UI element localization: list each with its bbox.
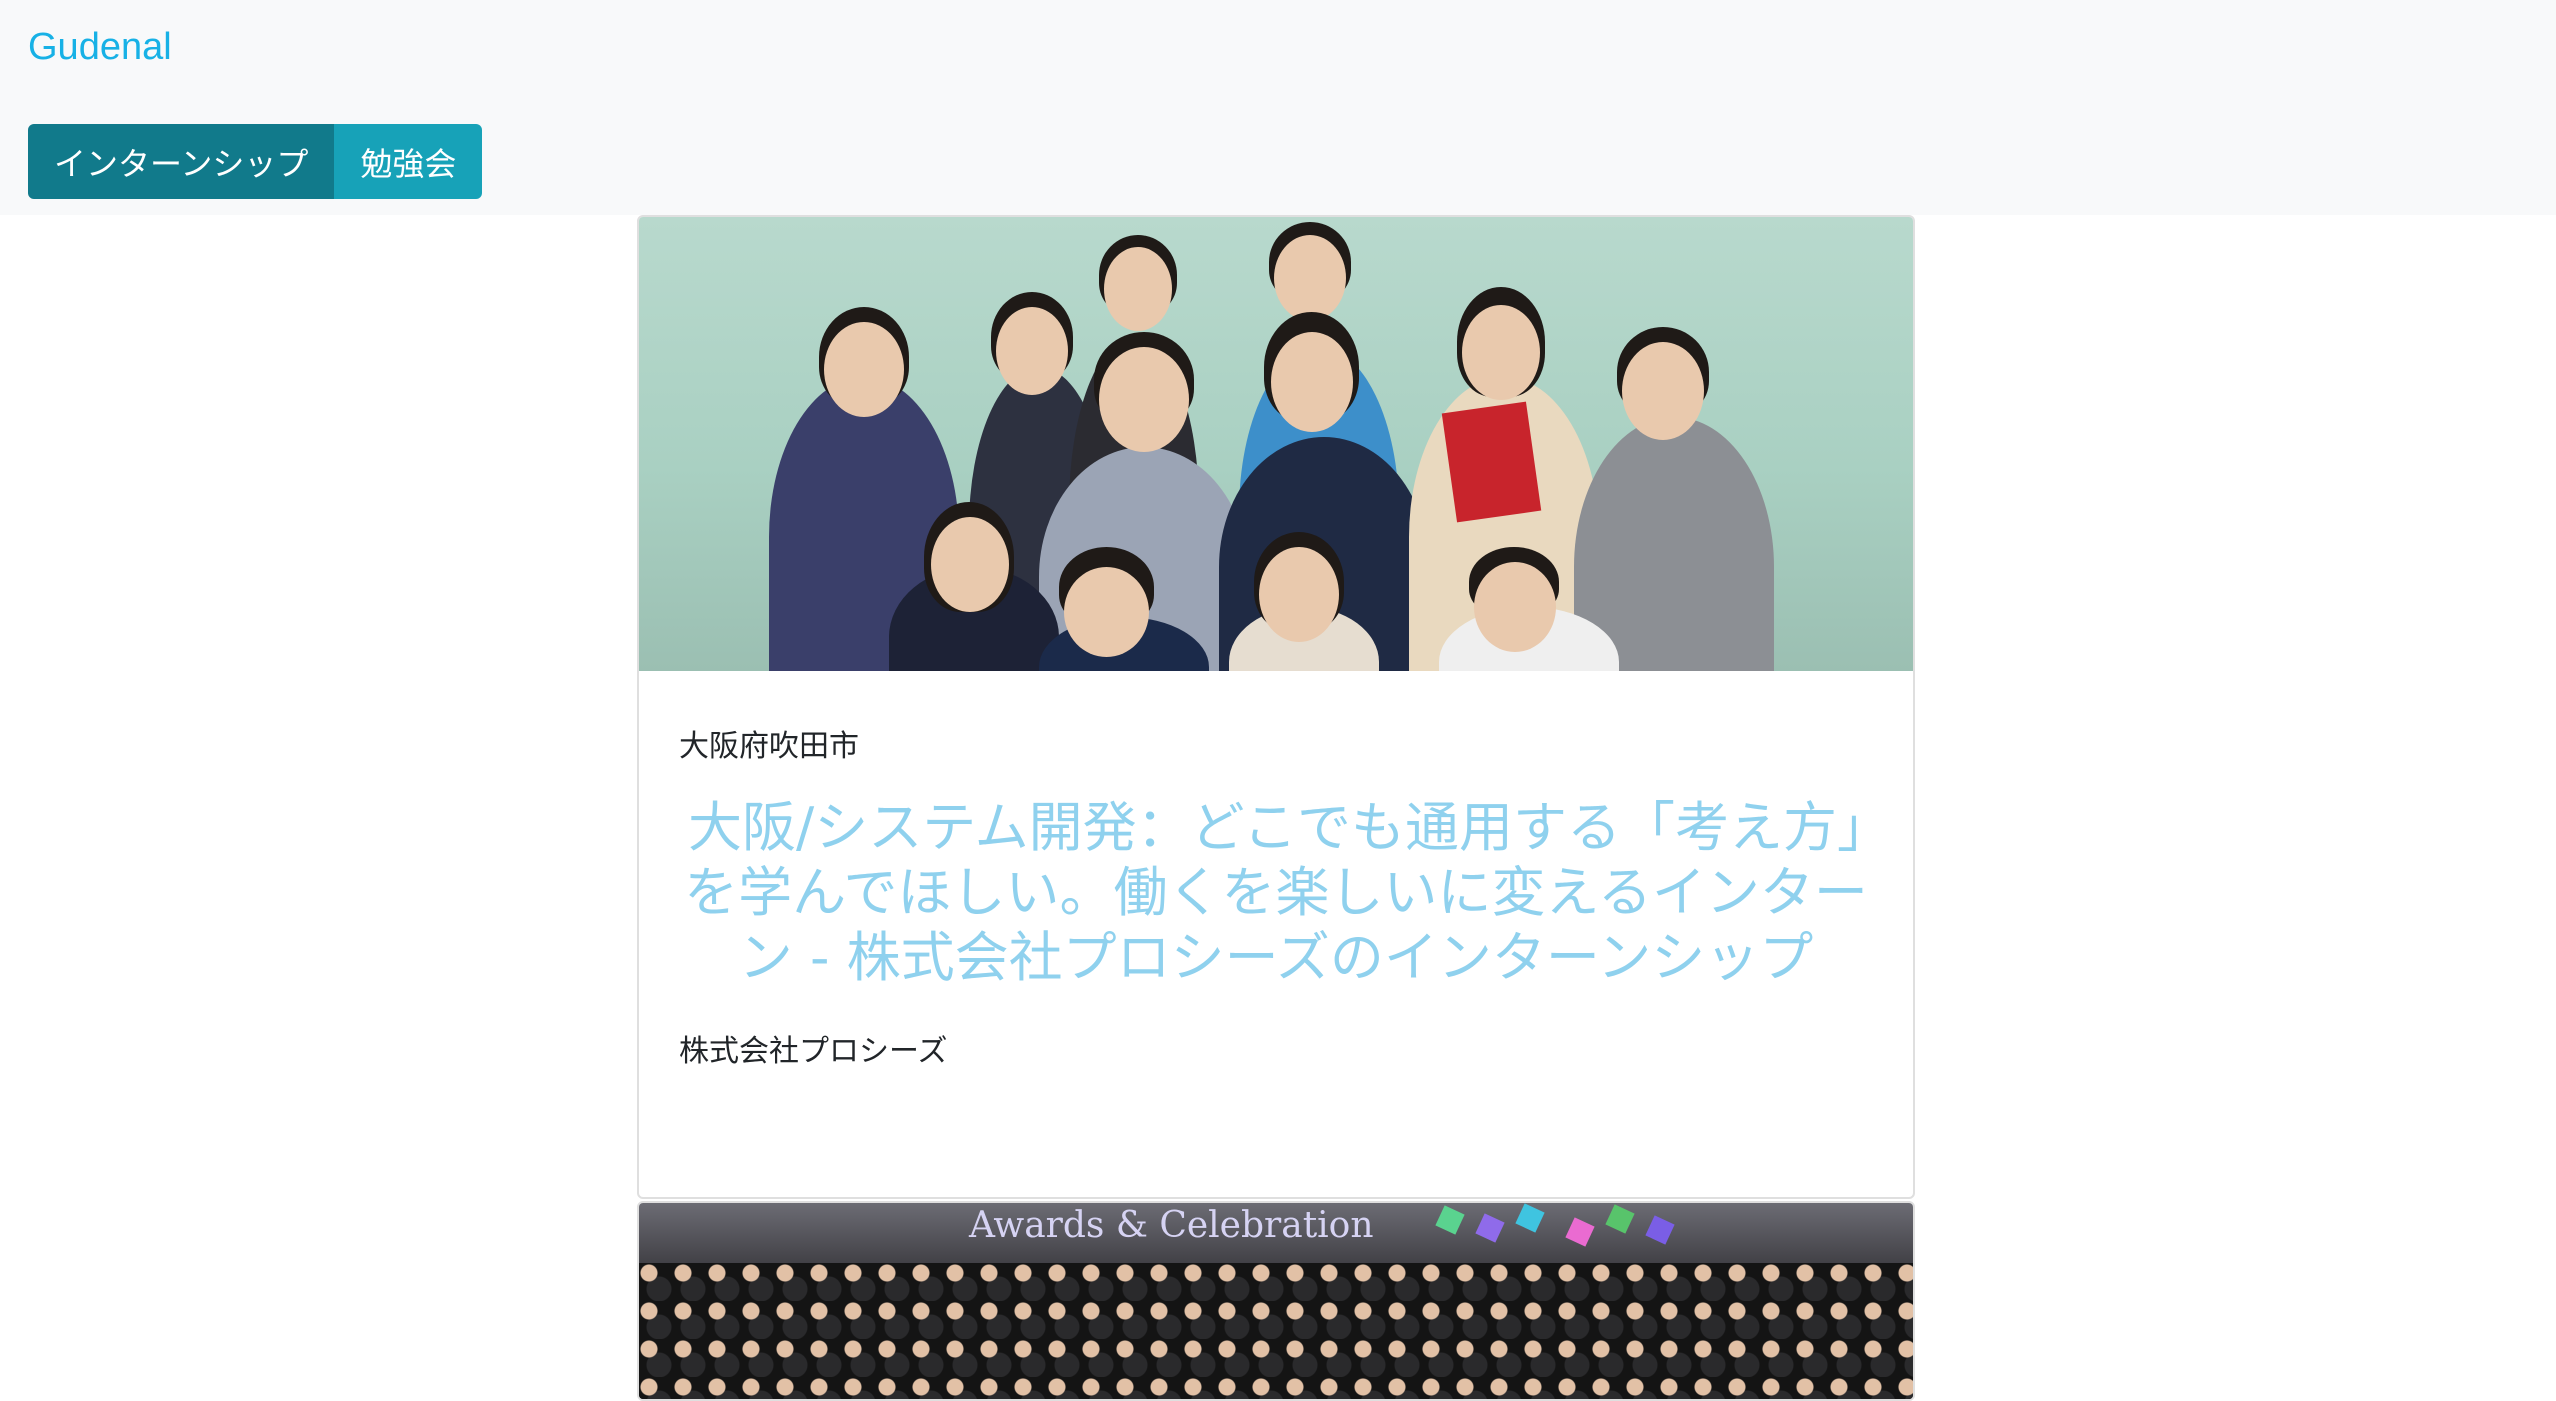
- confetti-shape: [1435, 1205, 1465, 1235]
- event-photo: Awards & Celebration: [639, 1203, 1913, 1399]
- card-title[interactable]: 大阪/システム開発：どこでも通用する「考え方」を学んでほしい。働くを楽しいに変え…: [679, 795, 1873, 990]
- confetti-shape: [1645, 1215, 1675, 1245]
- brand-link[interactable]: Gudenal: [28, 26, 172, 69]
- card-location: 大阪府吹田市: [679, 729, 859, 764]
- tab-study-session[interactable]: 勉強会: [334, 124, 483, 199]
- tab-internship[interactable]: インターンシップ: [28, 124, 335, 199]
- banner-text: Awards & Celebration: [969, 1205, 1374, 1246]
- internship-card[interactable]: 大阪府吹田市 大阪/システム開発：どこでも通用する「考え方」を学んでほしい。働く…: [637, 215, 1915, 1199]
- team-photo: [639, 217, 1913, 671]
- card-company: 株式会社プロシーズ: [679, 1034, 948, 1069]
- card-body: 大阪府吹田市 大阪/システム開発：どこでも通用する「考え方」を学んでほしい。働く…: [639, 671, 1913, 1110]
- event-card[interactable]: Awards & Celebration: [637, 1201, 1915, 1401]
- confetti-shape: [1515, 1203, 1545, 1233]
- confetti-shape: [1565, 1217, 1595, 1247]
- category-tabs: インターンシップ 勉強会: [28, 124, 483, 199]
- crowd: [639, 1263, 1913, 1399]
- confetti-shape: [1605, 1204, 1635, 1234]
- navbar: Gudenal インターンシップ 勉強会: [0, 0, 2556, 215]
- confetti-shape: [1475, 1213, 1505, 1243]
